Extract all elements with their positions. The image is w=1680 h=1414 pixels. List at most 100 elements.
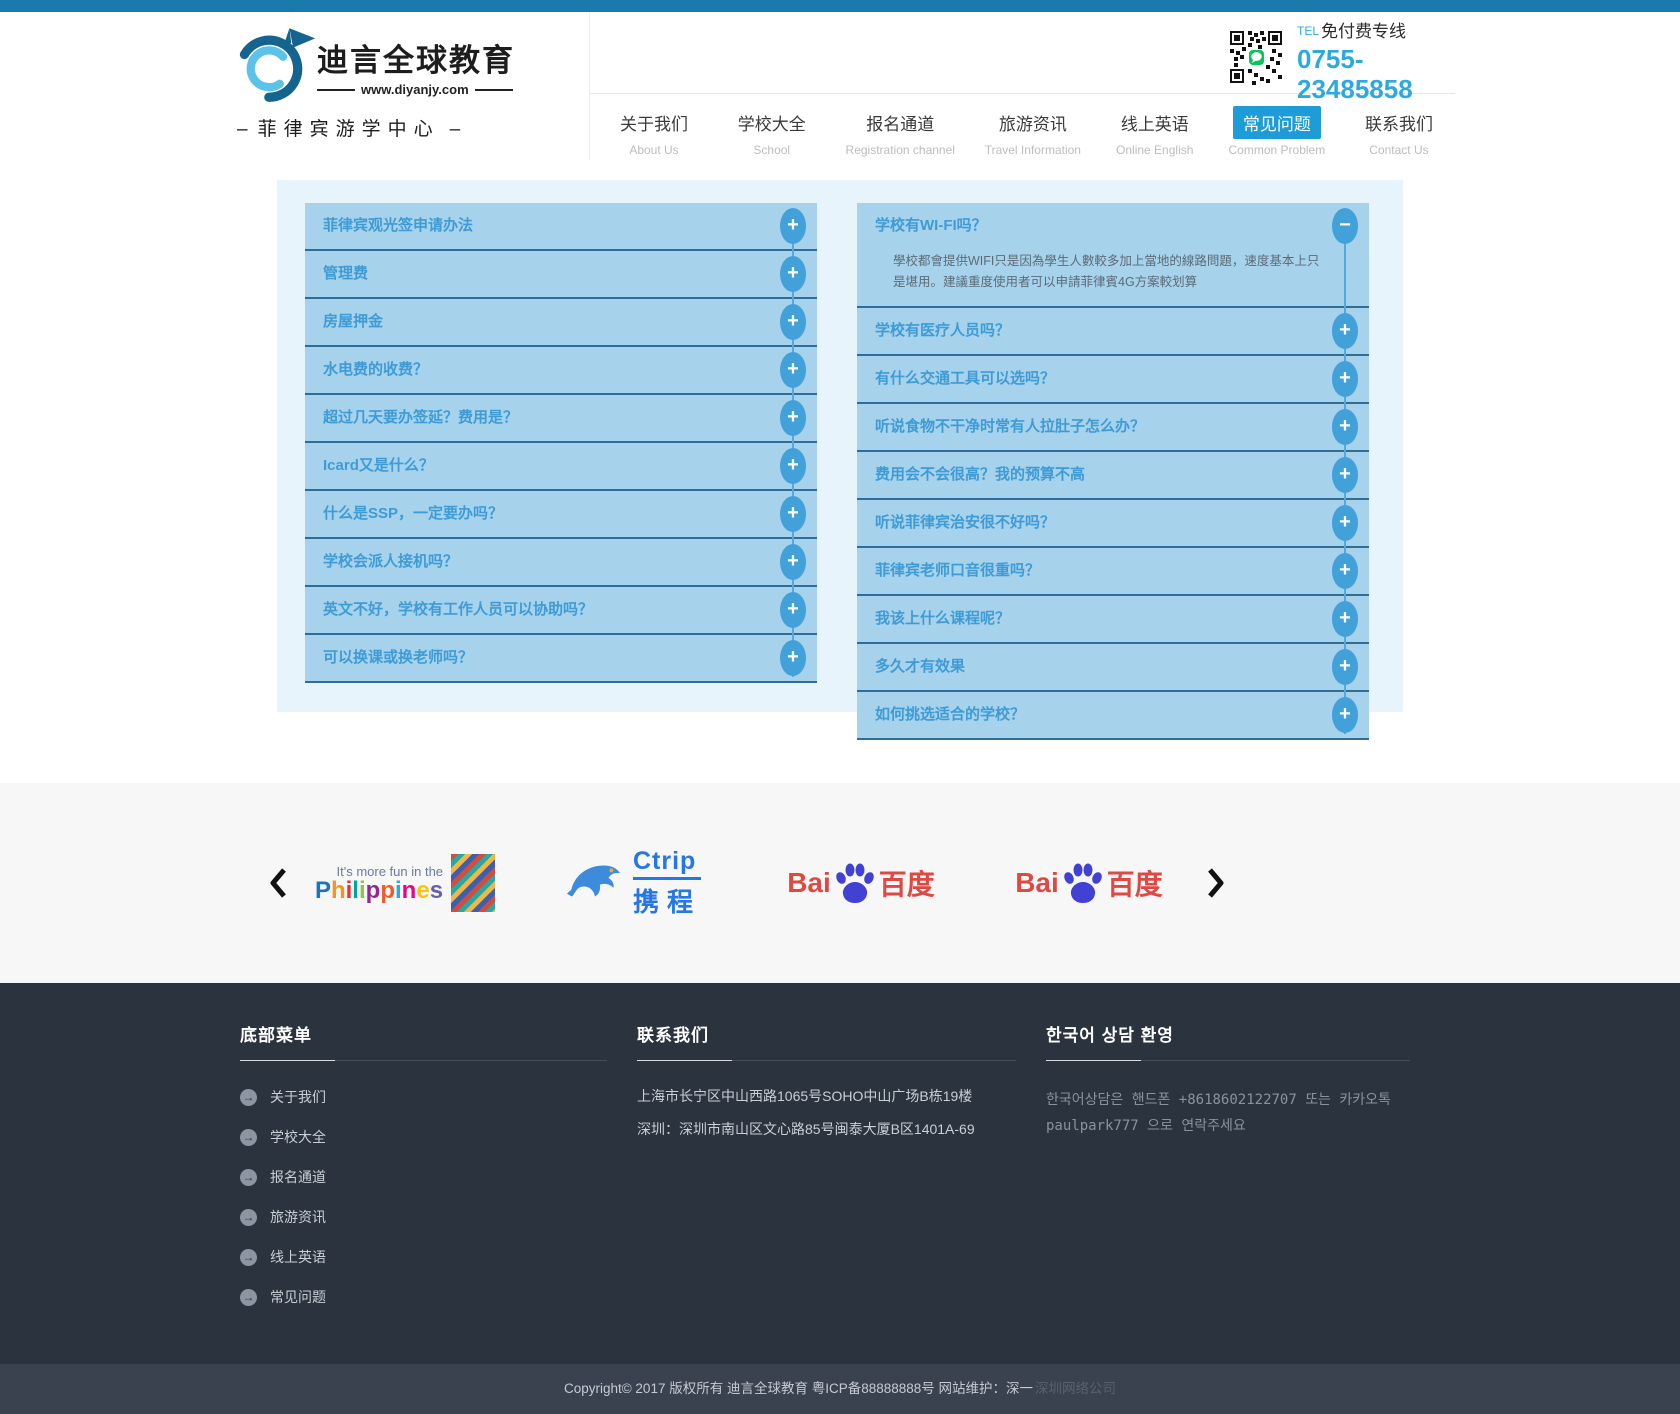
faq-item[interactable]: 管理费 + [305,251,817,299]
toggle-expand-button[interactable]: + [1332,505,1358,541]
faq-item[interactable]: 听说食物不干净时常有人拉肚子怎么办？ + [857,404,1369,452]
faq-item[interactable]: 房屋押金 + [305,299,817,347]
copyright-bar: Copyright© 2017 版权所有 迪言全球教育 粤ICP备8888888… [0,1364,1680,1414]
faq-question: Icard又是什么？ [323,457,434,474]
footer-menu-item-6[interactable]: 常见问题 [240,1287,607,1307]
toggle-expand-button[interactable]: + [1332,553,1358,589]
faq-item[interactable]: 听说菲律宾治安很不好吗？ + [857,500,1369,548]
nav-item-7[interactable]: 联系我们 Contact Us [1355,106,1443,160]
faq-item[interactable]: 学校会派人接机吗？ + [305,539,817,587]
nav-item-1[interactable]: 关于我们 About Us [610,106,698,160]
faq-question: 什么是SSP，一定要办吗？ [323,505,503,522]
main-content: 菲律宾观光签申请办法 + 管理费 + 房屋押金 + 水电费的收费？ + 超过几天… [0,180,1680,983]
nav-item-3[interactable]: 报名通道 Registration channel [846,106,955,160]
faq-question: 听说菲律宾治安很不好吗？ [875,514,1055,531]
toggle-expand-button[interactable]: + [1332,409,1358,445]
toggle-expand-button[interactable]: + [780,256,806,292]
globe-plane-logo-icon [225,26,317,106]
toggle-expand-button[interactable]: + [780,208,806,244]
faq-item[interactable]: 学校有医疗人员吗？ + [857,308,1369,356]
brand-ctrip-logo[interactable]: Ctrip 携程 [519,847,747,919]
toggle-expand-button[interactable]: + [1332,457,1358,493]
footer-korean-column: 한국어 상담 환영 한국어상담은 핸드폰 +8618602122707 또는 카… [1046,1021,1440,1327]
faq-item[interactable]: 我该上什么课程呢？ + [857,596,1369,644]
toggle-expand-button[interactable]: + [780,496,806,532]
ctrip-dolphin-icon [565,857,623,910]
baidu-paw-icon [1061,861,1105,905]
footer-menu-item-4[interactable]: 旅游资讯 [240,1207,607,1227]
faq-item[interactable]: 如何挑选适合的学校？ + [857,692,1369,740]
faq-item[interactable]: 费用会不会很高？我的预算不高 + [857,452,1369,500]
toggle-expand-button[interactable]: + [780,544,806,580]
nav-item-4[interactable]: 旅游资讯 Travel Information [985,106,1081,160]
toggle-expand-button[interactable]: + [780,640,806,676]
site-logo[interactable]: 迪言全球教育 www.diyanjy.com –菲律宾游学中心– [225,12,589,160]
top-accent-bar [0,0,1680,12]
footer-menu-item-1[interactable]: 关于我们 [240,1087,607,1107]
brand-philippines-logo[interactable]: It's more fun in the Philippines [291,854,519,912]
hotline: TEL免付费专线 0755-23485858 [1297,12,1455,104]
toggle-expand-button[interactable]: + [1332,601,1358,637]
divider [637,1060,1016,1061]
toggle-expand-button[interactable]: + [1332,649,1358,685]
brand-baidu-logo[interactable]: Bai 百度 [975,861,1203,905]
baidu-paw-icon [833,861,877,905]
faq-question: 听说食物不干净时常有人拉肚子怎么办？ [875,418,1145,435]
faq-item[interactable]: 超过几天要办签延？费用是？ + [305,395,817,443]
faq-question: 菲律宾观光签申请办法 [323,217,473,234]
faq-item[interactable]: 多久才有效果 + [857,644,1369,692]
site-title: 迪言全球教育 [317,35,515,80]
faq-item[interactable]: 英文不好，学校有工作人员可以协助吗？ + [305,587,817,635]
toggle-expand-button[interactable]: + [1332,313,1358,349]
footer-menu-item-2[interactable]: 学校大全 [240,1127,607,1147]
next-arrow[interactable] [1203,867,1229,899]
address-shenzhen: 深圳：深圳市南山区文心路85号闽泰大厦B区1401A-69 [637,1120,1016,1139]
nav-item-6[interactable]: 常见问题 Common Problem [1229,106,1326,160]
partner-carousel: It's more fun in the Philippines Ctrip 携… [0,783,1680,983]
toggle-expand-button[interactable]: + [780,448,806,484]
faq-question: 学校会派人接机吗？ [323,553,458,570]
faq-question: 英文不好，学校有工作人员可以协助吗？ [323,601,593,618]
footer-menu-column: 底部菜单 关于我们 学校大全 报名通道 旅游资讯 线上英语 常见问题 [225,1021,637,1327]
faq-item[interactable]: Icard又是什么？ + [305,443,817,491]
faq-item[interactable]: 水电费的收费？ + [305,347,817,395]
faq-column-right: 学校有WI-FI吗？ − 學校都會提供WIFI只是因為學生人數較多加上當地的線路… [857,203,1369,740]
footer-contact-column: 联系我们 上海市长宁区中山西路1065号SOHO中山广场B栋19楼 深圳：深圳市… [637,1021,1046,1327]
faq-question: 水电费的收费？ [323,361,428,378]
brand-baidu-logo[interactable]: Bai 百度 [747,861,975,905]
korean-contact-text: 한국어상담은 핸드폰 +8618602122707 또는 카카오톡 paulpa… [1046,1087,1410,1139]
arrow-circle-icon [240,1289,257,1306]
footer-menu-item-5[interactable]: 线上英语 [240,1247,607,1267]
faq-question: 学校有WI-FI吗？ [875,217,987,234]
faq-item[interactable]: 有什么交通工具可以选吗？ + [857,356,1369,404]
toggle-expand-button[interactable]: + [780,352,806,388]
main-nav: 关于我们 About Us 学校大全 School 报名通道 Registrat… [590,94,1455,160]
prev-arrow[interactable] [265,867,291,899]
faq-question: 房屋押金 [323,313,383,330]
nav-item-5[interactable]: 线上英语 Online English [1111,106,1199,160]
faq-question: 可以换课或换老师吗？ [323,649,473,666]
divider [1046,1060,1410,1061]
faq-item[interactable]: 菲律宾观光签申请办法 + [305,203,817,251]
faq-question: 有什么交通工具可以选吗？ [875,370,1055,387]
faq-question: 如何挑选适合的学校？ [875,706,1025,723]
toggle-expand-button[interactable]: + [780,400,806,436]
tel-label: TEL [1297,24,1319,38]
faq-column-left: 菲律宾观光签申请办法 + 管理费 + 房屋押金 + 水电费的收费？ + 超过几天… [305,203,817,683]
faq-item[interactable]: 菲律宾老师口音很重吗？ + [857,548,1369,596]
faq-question: 超过几天要办签延？费用是？ [323,409,518,426]
toggle-expand-button[interactable]: + [780,592,806,628]
maintainer-link[interactable]: 深圳网络公司 [1035,1381,1116,1396]
toggle-expand-button[interactable]: − [1332,208,1358,244]
faq-item[interactable]: 什么是SSP，一定要办吗？ + [305,491,817,539]
footer-menu-item-3[interactable]: 报名通道 [240,1167,607,1187]
philippines-wordmark: Philippines [315,879,443,903]
faq-question: 多久才有效果 [875,658,965,675]
nav-item-2[interactable]: 学校大全 School [728,106,816,160]
faq-item[interactable]: 学校有WI-FI吗？ − 學校都會提供WIFI只是因為學生人數較多加上當地的線路… [857,203,1369,308]
toggle-expand-button[interactable]: + [1332,361,1358,397]
toggle-expand-button[interactable]: + [1332,697,1358,733]
toggle-expand-button[interactable]: + [780,304,806,340]
ctrip-wordmark-en: Ctrip [633,847,701,880]
faq-item[interactable]: 可以换课或换老师吗？ + [305,635,817,683]
